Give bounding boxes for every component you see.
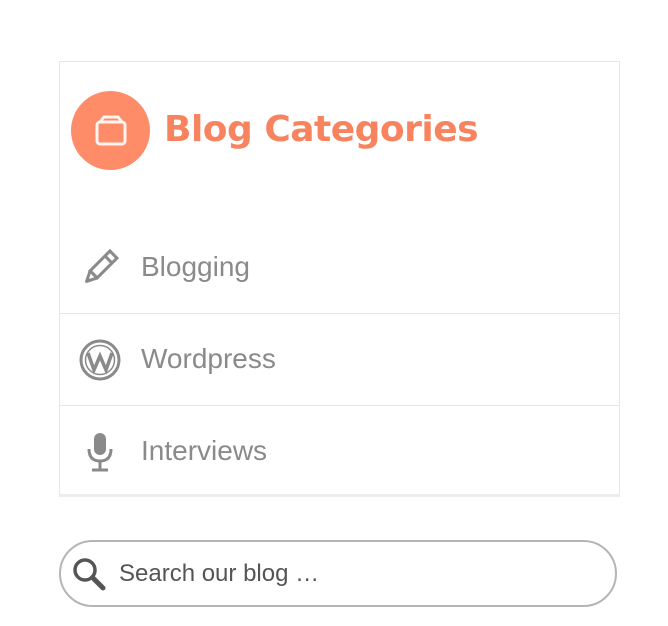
category-item-wordpress[interactable]: Wordpress	[60, 314, 619, 406]
pencil-icon	[78, 246, 122, 290]
category-label: Wordpress	[141, 343, 276, 374]
wordpress-icon	[78, 338, 122, 382]
widget-title: Blog Categories	[164, 109, 479, 150]
category-item-interviews[interactable]: Interviews	[60, 406, 619, 496]
widget-header: Blog Categories	[60, 62, 619, 212]
microphone-icon	[78, 430, 122, 474]
category-list: Blogging Wordpress Interviews	[60, 222, 619, 496]
search-input[interactable]	[119, 552, 589, 596]
search-icon[interactable]	[71, 556, 107, 592]
search-box	[59, 540, 617, 607]
category-label: Blogging	[141, 251, 250, 282]
category-label: Interviews	[141, 435, 268, 466]
folder-icon	[71, 91, 150, 170]
category-item-blogging[interactable]: Blogging	[60, 222, 619, 314]
blog-categories-widget: Blog Categories Blogging Wordpress Inter…	[59, 61, 620, 497]
